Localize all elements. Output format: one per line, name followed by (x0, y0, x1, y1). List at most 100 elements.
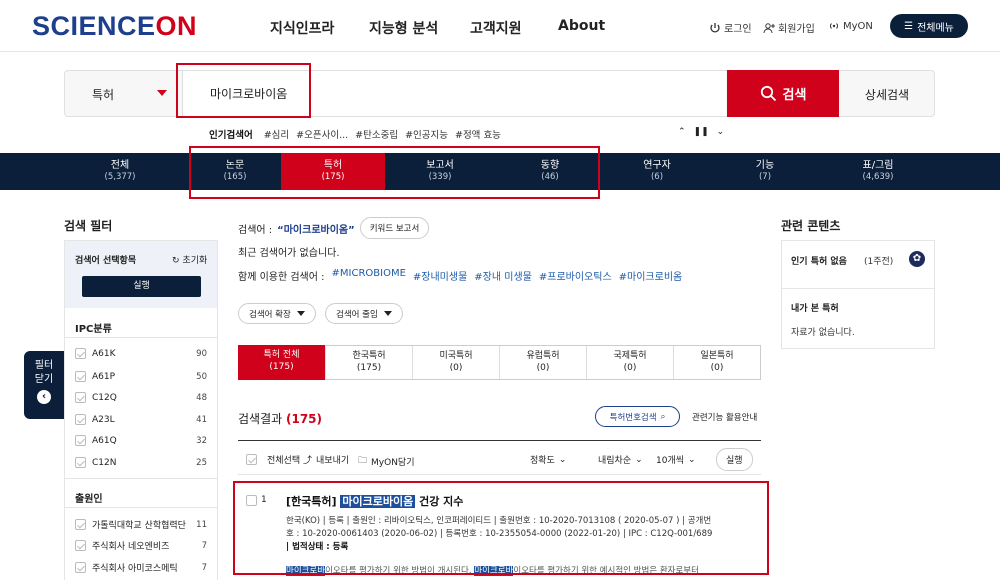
select-all-checkbox[interactable]: 전체선택 (246, 453, 300, 466)
filter-close-toggle[interactable]: 필터 닫기 ‹ (24, 351, 64, 419)
related-keyword-link[interactable]: #MICROBIOME (332, 268, 406, 283)
chevron-up-icon[interactable]: ⌃ (678, 127, 686, 137)
chevron-down-icon: ⌄ (688, 454, 696, 465)
results-title: 검색결과 (175) (238, 412, 323, 426)
checkbox[interactable] (75, 540, 86, 551)
tab-reports[interactable]: 보고서 (339) (385, 153, 495, 190)
patent-country-tabs: 특허 전체 (175) 한국특허 (175) 미국특허 (0) 유럽특허 (0) 국제특… (238, 345, 761, 380)
related-keywords: 함께 이용한 검색어 : #MICROBIOME #장내미생물 #장내 미생물 … (238, 268, 683, 283)
subtab-international[interactable]: 국제특허 (0) (587, 346, 674, 379)
tab-tables-figures[interactable]: 표/그림 (4,639) (828, 153, 928, 190)
nav-knowledge-infra[interactable]: 지식인프라 (270, 18, 334, 38)
applicant-filter-item[interactable]: 주식회사 아미코스메틱 7 (75, 561, 207, 574)
refresh-icon: ↻ (172, 256, 180, 266)
caret-down-icon (296, 311, 305, 316)
tab-trends[interactable]: 동향 (46) (495, 153, 605, 190)
related-keyword-link[interactable]: #프로바이오틱스 (539, 268, 612, 283)
checkbox[interactable] (75, 371, 86, 382)
subtab-korea[interactable]: 한국특허 (175) (326, 346, 413, 379)
chevron-left-icon: ‹ (37, 390, 51, 404)
checkbox[interactable] (75, 348, 86, 359)
patent-number-search-button[interactable]: 특허번호검색 ⌕ (595, 406, 680, 427)
checkbox[interactable] (75, 435, 86, 446)
ipc-filter-item[interactable]: A61Q 32 (75, 435, 207, 446)
sort-select[interactable]: 정확도 ⌄ (530, 453, 567, 467)
results-run-button[interactable]: 실행 (716, 448, 753, 471)
related-content-title: 관련 콘텐츠 (781, 219, 841, 233)
subtab-japan[interactable]: 일본특허 (0) (674, 346, 760, 379)
result-title-link[interactable]: [한국특허] 마이크로바이옴 건강 지수 (286, 493, 463, 509)
search-input[interactable] (182, 71, 726, 116)
filter-header: 검색어 선택항목 ↻ 초기화 실행 (65, 241, 217, 308)
related-keyword-link[interactable]: #장내미생물 (413, 268, 467, 283)
keyword-expand-dropdown[interactable]: 검색어 확장 (238, 303, 316, 324)
chevron-down-icon: ⌄ (635, 454, 643, 465)
applicant-filter-item[interactable]: 주식회사 네오엔비즈 7 (75, 539, 207, 552)
top-header: SCIENCEON 지식인프라 지능형 분석 고객지원 About 로그인 회원… (0, 0, 1000, 52)
chevron-down-icon[interactable]: ⌄ (717, 127, 725, 137)
subtab-all-patents[interactable]: 특허 전체 (175) (238, 345, 326, 380)
popular-term[interactable]: #심리 (264, 127, 289, 141)
result-checkbox[interactable] (246, 495, 257, 506)
checkbox[interactable] (75, 519, 86, 530)
keyword-row: 검색어 : “마이크로바이옴” 키워드 보고서 (238, 217, 430, 239)
popular-term[interactable]: #인공지능 (405, 127, 448, 141)
result-snippet: 마이크로바이오타를 평가하기 위한 방법이 개시된다. 마이크로바이오타를 평가… (286, 566, 699, 576)
nav-customer-support[interactable]: 고객지원 (470, 18, 522, 38)
ipc-filter-item[interactable]: C12Q 48 (75, 392, 207, 403)
per-page-select[interactable]: 10개씩 ⌄ (656, 453, 696, 467)
keyword-report-button[interactable]: 키워드 보고서 (359, 217, 430, 239)
checkbox[interactable] (75, 562, 86, 573)
nav-about[interactable]: About (558, 18, 605, 34)
caret-down-icon (383, 311, 392, 316)
popular-term[interactable]: #탄소중립 (355, 127, 398, 141)
logo[interactable]: SCIENCEON (32, 11, 197, 42)
login-link[interactable]: 로그인 (709, 20, 752, 35)
checkbox[interactable] (75, 392, 86, 403)
tab-features[interactable]: 기능 (7) (715, 153, 815, 190)
popular-term[interactable]: #정액 효능 (455, 127, 501, 141)
signal-icon (829, 23, 839, 29)
subtab-us[interactable]: 미국특허 (0) (413, 346, 500, 379)
signup-link[interactable]: 회원가입 (763, 20, 815, 35)
caret-down-icon[interactable] (157, 90, 167, 96)
applicant-section-title: 출원인 (75, 494, 103, 505)
all-menu-button[interactable]: ☰ 전체메뉴 (890, 14, 968, 38)
filter-run-button[interactable]: 실행 (82, 276, 201, 297)
ipc-filter-item[interactable]: A23L 41 (75, 414, 207, 425)
related-keyword-link[interactable]: #장내 미생물 (474, 268, 532, 283)
ipc-section-title: IPC분류 (75, 324, 112, 335)
myon-save-button[interactable]: 🗀 MyON담기 (358, 453, 414, 469)
export-button[interactable]: ⤴ 내보내기 (303, 453, 349, 466)
share-icon: ⤴ (303, 456, 313, 466)
tab-patents[interactable]: 특허 (175) (281, 153, 385, 190)
related-content-panel: 인기 특허 없음 (1주전) ✿ 내가 본 특허 자료가 없습니다. (781, 240, 935, 349)
applicant-filter-item[interactable]: 가톨릭대학교 산학협력단 11 (75, 518, 207, 531)
myon-link[interactable]: MyON (828, 20, 873, 32)
keyword-reduce-dropdown[interactable]: 검색어 줄임 (325, 303, 403, 324)
tab-papers[interactable]: 논문 (165) (189, 153, 281, 190)
feature-guide-link[interactable]: 관련기능 활용안내 (692, 411, 757, 423)
ipc-filter-item[interactable]: A61P 50 (75, 371, 207, 382)
advanced-search-link[interactable]: 상세검색 (840, 86, 934, 103)
result-meta: 한국(KO) | 등록 | 출원인 : 리바이오틱스, 인코퍼레이티드 | 출원… (286, 516, 713, 553)
tab-researchers[interactable]: 연구자 (6) (605, 153, 709, 190)
ipc-filter-item[interactable]: A61K 90 (75, 348, 207, 359)
nav-intelligent-analysis[interactable]: 지능형 분석 (369, 18, 438, 38)
related-keyword-link[interactable]: #마이크로비옴 (619, 268, 683, 283)
checkbox[interactable] (75, 414, 86, 425)
reset-button[interactable]: ↻ 초기화 (172, 253, 207, 266)
ipc-filter-item[interactable]: C12N 25 (75, 457, 207, 468)
chevron-down-icon: ⌄ (558, 454, 567, 465)
checkbox[interactable] (246, 454, 257, 465)
subtab-europe[interactable]: 유럽특허 (0) (500, 346, 587, 379)
popular-term[interactable]: #오픈사이... (296, 127, 348, 141)
tab-all[interactable]: 전체 (5,377) (70, 153, 170, 190)
checkbox[interactable] (75, 457, 86, 468)
power-icon (710, 22, 720, 32)
pause-icon[interactable]: ❚❚ (694, 127, 709, 137)
order-select[interactable]: 내림차순 ⌄ (598, 453, 643, 467)
search-category-select[interactable]: 특허 (92, 86, 114, 103)
search-button[interactable]: 검색 (727, 70, 839, 117)
gear-icon[interactable]: ✿ (909, 251, 925, 267)
